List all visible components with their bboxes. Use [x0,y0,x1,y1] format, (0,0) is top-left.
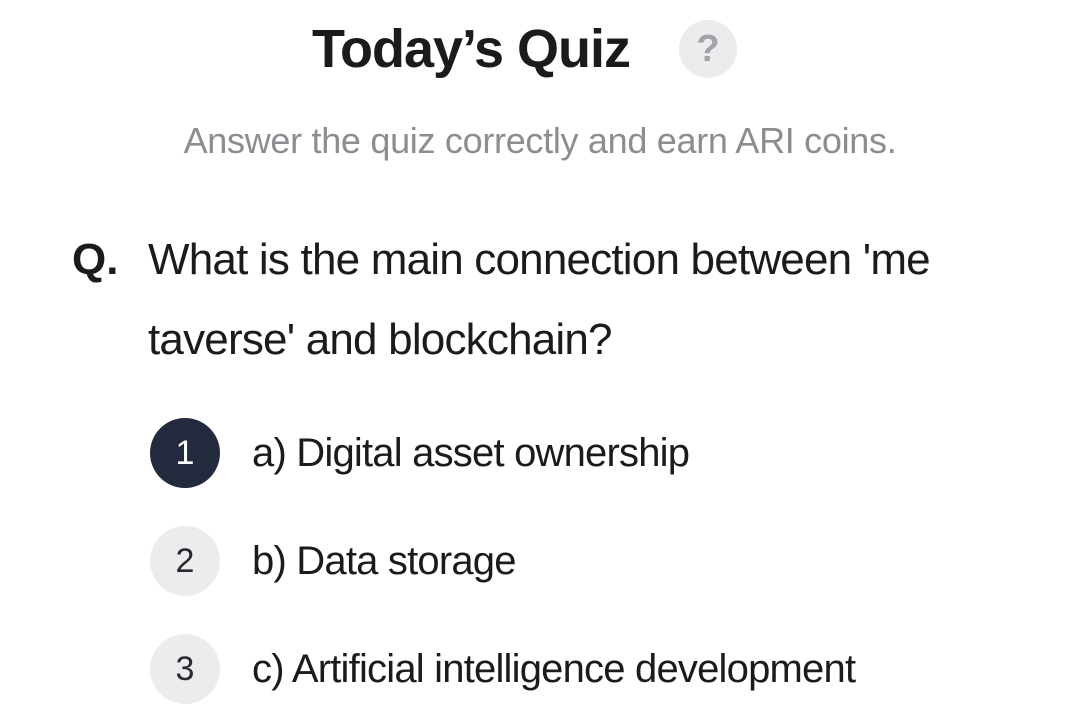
quiz-header: Today’s Quiz ? [0,14,1080,84]
answer-option-2[interactable]: 2 b) Data storage [150,526,1030,600]
option-number-badge: 2 [150,526,220,596]
question-prefix: Q. [72,235,119,284]
question-mark-icon[interactable]: ? [679,20,737,78]
option-number-badge: 1 [150,418,220,488]
option-label: a) Digital asset ownership [252,431,690,475]
question-text-line-2: taverse' and blockchain? [148,315,613,364]
question-text: What is the main connection between 'me … [148,220,1028,380]
answer-option-1[interactable]: 1 a) Digital asset ownership [150,418,1030,492]
quiz-subtitle: Answer the quiz correctly and earn ARI c… [183,120,897,161]
answer-option-3[interactable]: 3 c) Artificial intelligence development [150,634,1030,708]
page-title: Today’s Quiz [312,19,631,79]
option-label: c) Artificial intelligence development [252,647,856,691]
question-text-line-1: What is the main connection between 'me [148,235,931,284]
option-label: b) Data storage [252,539,517,583]
option-number-badge: 3 [150,634,220,704]
